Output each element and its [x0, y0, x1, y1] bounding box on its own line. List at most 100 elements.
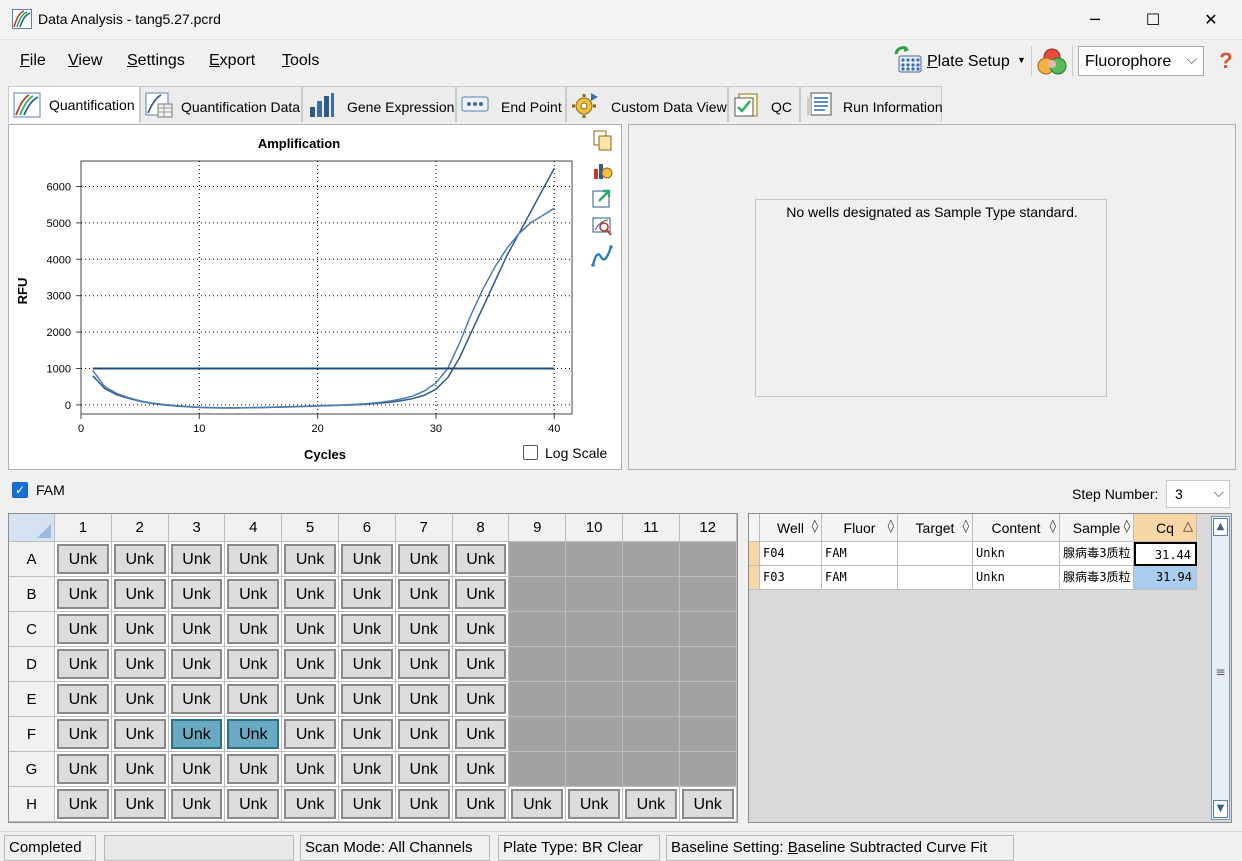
plate-cell[interactable] [679, 612, 737, 647]
plate-cell[interactable]: Unk [452, 612, 510, 647]
plate-well[interactable]: Unk [57, 789, 109, 819]
plate-cell[interactable] [679, 682, 737, 717]
export-chart-icon[interactable] [591, 187, 613, 209]
plate-cell[interactable]: Unk [339, 542, 396, 577]
plate-well[interactable]: Unk [284, 614, 336, 644]
plate-cell[interactable]: Unk [339, 577, 396, 612]
tab-end-point[interactable]: End Point [456, 86, 566, 122]
plate-cell[interactable]: Unk [452, 787, 510, 822]
plate-column-header[interactable]: 4 [225, 514, 283, 542]
plate-well[interactable]: Unk [113, 544, 166, 574]
plate-cell[interactable]: Unk [452, 682, 510, 717]
plate-cell[interactable] [679, 577, 737, 612]
column-header-target[interactable]: Target ◊ [898, 514, 973, 542]
row-header[interactable] [749, 566, 760, 590]
step-number-select[interactable]: 3 ⌵ [1166, 480, 1230, 508]
plate-cell[interactable]: Unk [55, 717, 112, 752]
plate-cell[interactable]: Unk [55, 577, 112, 612]
plate-well[interactable]: Unk [284, 754, 336, 784]
plate-cell[interactable]: Unk [168, 787, 226, 822]
tab-quantification[interactable]: Quantification [8, 86, 140, 123]
plate-cell[interactable]: Unk [679, 787, 737, 822]
plate-cell[interactable] [623, 682, 680, 717]
plate-column-header[interactable]: 8 [452, 514, 510, 542]
plate-cell[interactable] [623, 577, 680, 612]
plate-well[interactable]: Unk [170, 789, 223, 819]
plate-cell[interactable] [566, 612, 623, 647]
table-cell-well[interactable]: F04 [760, 542, 822, 566]
plate-well[interactable]: Unk [57, 579, 109, 609]
plate-cell[interactable]: Unk [339, 647, 396, 682]
menu-export[interactable]: Export [209, 52, 255, 70]
plate-cell[interactable]: Unk [111, 577, 169, 612]
plate-well[interactable]: Unk [454, 544, 507, 574]
plate-row-header[interactable]: D [9, 647, 55, 682]
plate-cell[interactable]: Unk [395, 647, 453, 682]
plate-cell[interactable]: Unk [339, 682, 396, 717]
plate-cell[interactable]: Unk [566, 787, 623, 822]
plate-cell[interactable]: Unk [225, 682, 283, 717]
maximize-button[interactable]: ☐ [1124, 0, 1182, 40]
plate-well[interactable]: Unk [625, 789, 677, 819]
plate-well[interactable]: Unk [227, 684, 280, 714]
plate-cell[interactable]: Unk [55, 787, 112, 822]
table-cell-well[interactable]: F03 [760, 566, 822, 590]
plate-cell[interactable]: Unk [111, 682, 169, 717]
plate-well[interactable]: Unk [284, 649, 336, 679]
plate-well[interactable]: Unk [113, 754, 166, 784]
plate-cell[interactable]: Unk [111, 717, 169, 752]
zoom-chart-icon[interactable] [591, 215, 613, 237]
plate-cell[interactable]: Unk [55, 682, 112, 717]
plate-well[interactable]: Unk [57, 544, 109, 574]
plate-well[interactable]: Unk [397, 649, 450, 679]
plate-cell[interactable]: Unk [395, 717, 453, 752]
plate-cell[interactable]: Unk [282, 682, 339, 717]
tab-gene-expression[interactable]: Gene Expression [302, 86, 456, 122]
plate-row-header[interactable]: H [9, 787, 55, 822]
plate-cell[interactable] [566, 752, 623, 787]
plate-well[interactable]: Unk [227, 649, 280, 679]
plate-cell[interactable]: Unk [339, 787, 396, 822]
plate-cell[interactable]: Unk [225, 577, 283, 612]
plate-well[interactable]: Unk [341, 544, 393, 574]
plate-well[interactable]: Unk [341, 719, 393, 749]
table-cell-sample[interactable]: 腺病毒3质粒 [1060, 542, 1134, 566]
plate-well[interactable]: Unk [227, 789, 280, 819]
menu-settings[interactable]: Settings [127, 52, 185, 70]
plate-cell[interactable] [679, 542, 737, 577]
plate-row-header[interactable]: B [9, 577, 55, 612]
table-cell-target[interactable] [898, 542, 973, 566]
copy-icon[interactable] [591, 129, 613, 151]
vertical-scrollbar[interactable]: ▲ ▼ ≡ [1211, 516, 1230, 820]
column-header-cq[interactable]: Cq △ [1134, 514, 1197, 542]
plate-row-header[interactable]: F [9, 717, 55, 752]
plate-well[interactable]: Unk [341, 789, 393, 819]
plate-column-header[interactable]: 9 [509, 514, 567, 542]
plate-well[interactable]: Unk [170, 579, 223, 609]
plate-well[interactable]: Unk [113, 719, 166, 749]
plate-column-header[interactable]: 10 [566, 514, 623, 542]
plate-cell[interactable]: Unk [282, 752, 339, 787]
column-header-sample[interactable]: Sample ◊ [1060, 514, 1134, 542]
plate-well[interactable]: Unk [284, 789, 336, 819]
plate-cell[interactable]: Unk [225, 647, 283, 682]
plate-well[interactable]: Unk [397, 684, 450, 714]
log-scale-checkbox[interactable] [523, 445, 538, 460]
plate-row-header[interactable]: G [9, 752, 55, 787]
plate-cell[interactable]: Unk [55, 542, 112, 577]
plate-well[interactable]: Unk [341, 754, 393, 784]
plate-row-header[interactable]: E [9, 682, 55, 717]
plate-cell[interactable]: Unk [452, 752, 510, 787]
plate-well[interactable]: Unk [113, 614, 166, 644]
plate-cell[interactable] [566, 542, 623, 577]
column-header-well[interactable]: Well ◊ [760, 514, 822, 542]
plate-cell[interactable] [623, 542, 680, 577]
plate-cell[interactable]: Unk [452, 647, 510, 682]
plate-cell[interactable]: Unk [339, 752, 396, 787]
plate-column-header[interactable]: 1 [55, 514, 112, 542]
plate-well[interactable]: Unk [170, 719, 223, 749]
plate-cell[interactable]: Unk [282, 647, 339, 682]
plate-cell[interactable] [679, 752, 737, 787]
menu-file[interactable]: File [20, 52, 46, 70]
amplification-chart[interactable]: Amplification 0 10 20 30 40 0 1000 2000 3000 4000… [9, 125, 621, 469]
